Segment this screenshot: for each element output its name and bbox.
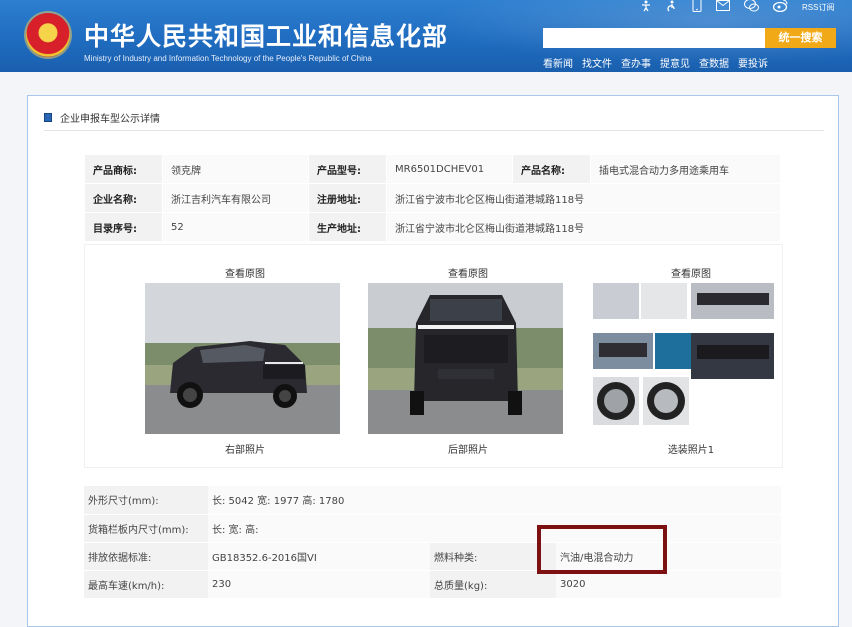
nav-feedback[interactable]: 提意见: [660, 55, 690, 70]
site-title: 中华人民共和国工业和信息化部: [84, 22, 449, 51]
catalog-value: 52: [162, 212, 309, 242]
photo-caption: 选装照片1: [667, 445, 715, 456]
fuel-highlight-box: [537, 525, 667, 574]
prod-address-value: 浙江省宁波市北仑区梅山街道港城路118号: [386, 212, 781, 242]
weibo-icon[interactable]: [772, 0, 788, 15]
photo-item-right: 查看原图 右部照片: [145, 245, 345, 456]
prod-address-label: 生产地址:: [308, 212, 387, 242]
site-subtitle: Ministry of Industry and Information Tec…: [84, 54, 372, 63]
mass-value: 3020: [556, 570, 781, 599]
model-value: MR6501DCHEV01: [386, 154, 513, 184]
accessibility-icon[interactable]: [640, 0, 652, 15]
option-photo[interactable]: [591, 283, 776, 433]
photo-gallery: 查看原图 右部照片 查看原图 后部照片 查看原图 选装照片1: [84, 244, 783, 468]
photo-item-option: 查看原图 选装照片1: [591, 245, 791, 456]
table-row: 企业名称: 浙江吉利汽车有限公司 注册地址: 浙江省宁波市北仑区梅山街道港城路1…: [84, 183, 781, 213]
nav-complaint[interactable]: 要投诉: [738, 55, 768, 70]
product-name-label: 产品名称:: [512, 154, 591, 184]
size-label: 外形尺寸(mm):: [84, 486, 208, 515]
product-name-value: 插电式混合动力多用途乘用车: [590, 154, 781, 184]
mass-label: 总质量(kg):: [430, 570, 556, 599]
table-row: 目录序号: 52 生产地址: 浙江省宁波市北仑区梅山街道港城路118号: [84, 212, 781, 242]
photo-caption: 后部照片: [448, 445, 488, 456]
brand-value: 领克牌: [162, 154, 309, 184]
photo-caption: 右部照片: [225, 445, 265, 456]
reg-address-label: 注册地址:: [308, 183, 387, 213]
brand-label: 产品商标:: [84, 154, 163, 184]
divider: [44, 130, 824, 131]
nav-documents[interactable]: 找文件: [582, 55, 612, 70]
product-info-table: 产品商标: 领克牌 产品型号: MR6501DCHEV01 产品名称: 插电式混…: [84, 154, 781, 242]
nav-services[interactable]: 查办事: [621, 55, 651, 70]
company-value: 浙江吉利汽车有限公司: [162, 183, 309, 213]
speed-value: 230: [208, 570, 430, 599]
emission-value: GB18352.6-2016国VI: [208, 542, 430, 571]
table-row: 排放依据标准: GB18352.6-2016国VI 燃料种类: 汽油/电混合动力: [84, 542, 781, 571]
speed-label: 最高车速(km/h):: [84, 570, 208, 599]
nav-news[interactable]: 看新闻: [543, 55, 573, 70]
search-input[interactable]: [543, 28, 765, 48]
site-header: 中华人民共和国工业和信息化部 Ministry of Industry and …: [0, 0, 852, 72]
table-row: 产品商标: 领克牌 产品型号: MR6501DCHEV01 产品名称: 插电式混…: [84, 154, 781, 184]
size-value: 长: 5042 宽: 1977 高: 1780: [208, 486, 781, 515]
photo-item-rear: 查看原图 后部照片: [368, 245, 568, 456]
elderly-mode-icon[interactable]: [666, 0, 678, 15]
view-original-link[interactable]: 查看原图: [591, 265, 791, 280]
company-label: 企业名称:: [84, 183, 163, 213]
mail-icon[interactable]: [716, 0, 730, 14]
model-label: 产品型号:: [308, 154, 387, 184]
panel-header: 企业申报车型公示详情: [44, 110, 160, 125]
mobile-icon[interactable]: [692, 0, 702, 15]
detail-panel: 企业申报车型公示详情 产品商标: 领克牌 产品型号: MR6501DCHEV01…: [27, 95, 839, 627]
national-emblem-icon: [26, 13, 70, 57]
top-icon-bar: RSS订阅: [640, 0, 834, 14]
view-original-link[interactable]: 查看原图: [368, 265, 568, 280]
catalog-label: 目录序号:: [84, 212, 163, 242]
nav-data[interactable]: 查数据: [699, 55, 729, 70]
right-side-photo[interactable]: [145, 283, 340, 434]
cargo-value: 长: 宽: 高:: [208, 514, 781, 543]
spec-table: 外形尺寸(mm): 长: 5042 宽: 1977 高: 1780 货箱栏板内尺…: [84, 486, 781, 599]
wechat-icon[interactable]: [744, 0, 759, 15]
top-nav: 看新闻 找文件 查办事 提意见 查数据 要投诉: [543, 55, 768, 70]
rss-link[interactable]: RSS订阅: [802, 2, 834, 13]
table-row: 货箱栏板内尺寸(mm): 长: 宽: 高:: [84, 514, 781, 543]
table-row: 最高车速(km/h): 230 总质量(kg): 3020: [84, 570, 781, 599]
panel-title: 企业申报车型公示详情: [60, 114, 160, 125]
panel-marker-icon: [44, 113, 52, 122]
reg-address-value: 浙江省宁波市北仑区梅山街道港城路118号: [386, 183, 781, 213]
rear-photo[interactable]: [368, 283, 563, 434]
emission-label: 排放依据标准:: [84, 542, 208, 571]
search-button[interactable]: 统一搜索: [765, 28, 836, 48]
table-row: 外形尺寸(mm): 长: 5042 宽: 1977 高: 1780: [84, 486, 781, 515]
view-original-link[interactable]: 查看原图: [145, 265, 345, 280]
cargo-label: 货箱栏板内尺寸(mm):: [84, 514, 208, 543]
